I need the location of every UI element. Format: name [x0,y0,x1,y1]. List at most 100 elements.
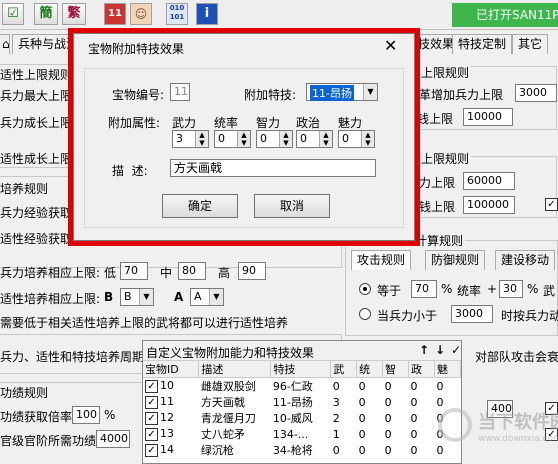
cancel-button[interactable]: 取消 [254,194,330,218]
table-row[interactable]: ✓ 11 方天画戟 11-昂扬 3 0 0 0 0 [143,394,461,410]
row-checkbox[interactable]: ✓ [145,379,158,393]
close-icon[interactable]: ✕ [384,36,397,55]
desc-input[interactable]: 方天画戟 [170,159,376,177]
officer-face-icon[interactable]: ☺ [130,3,152,25]
equal-radio[interactable] [359,283,371,295]
row-checkbox[interactable]: ✓ [145,427,158,441]
attr-command-spinner[interactable]: 0 ▲ ▼ [214,130,251,148]
table-row[interactable]: ✓ 14 绿沉枪 34-枪将 0 0 0 0 0 [143,442,461,458]
row-checkbox[interactable]: ✓ [145,411,158,425]
col-header-politics[interactable]: 政 [408,361,435,378]
traditional-chinese-button[interactable]: 繁 [62,3,86,25]
storage-troop-input[interactable]: 60000 [463,172,515,190]
chevron-down-icon: ▼ [209,289,223,305]
tab-other[interactable]: 其它 [512,34,549,54]
game-logo-icon[interactable]: 11 [104,3,126,25]
row-id-cell: ✓ 14 [143,442,199,458]
mid-label: 中 [160,266,173,280]
merit-rate-unit: % [104,408,116,422]
subtab-build-move[interactable]: 建设移动 [495,250,556,270]
low-input[interactable]: 70 [120,262,148,280]
skill-select-value: 11-昂扬 [310,85,354,101]
attr-charm-spinner[interactable]: 0 ▲ ▼ [338,130,375,148]
col-header-desc[interactable]: 描述 [198,361,272,378]
mid-input[interactable]: 80 [178,262,206,280]
watermark-site: 当下软件园 [478,412,558,433]
train-cycle-label: 兵力、适性和特技培养周期 [0,350,145,364]
aptitude-train-note: 需要低于相关适性培养上限的武将都可以进行适性培养 [0,316,289,330]
row-skill: 96-仁政 [272,380,313,393]
attr-force-value: 3 [176,132,183,145]
equal-pct-input[interactable]: 70 [411,280,437,298]
row-force: 3 [332,395,340,409]
treasure-id-spinner[interactable]: 11 [170,83,190,101]
simplified-chinese-button[interactable]: 簡 [34,3,58,25]
row-skill: 10-威风 [272,412,313,425]
row-skill: 34-枪将 [272,444,313,457]
move-down-icon[interactable]: ↓ [435,343,445,357]
spin-arrows-icon[interactable]: ▲ ▼ [237,131,250,147]
binary-data-icon[interactable]: 010 101 [166,3,188,25]
skill-select[interactable]: 11-昂扬 ▼ [306,83,378,101]
col-header-skill[interactable]: 特技 [270,361,332,378]
col-header-intel[interactable]: 智 [382,361,410,378]
table-row[interactable]: ✓ 12 青龙偃月刀 10-威风 2 0 0 0 0 [143,410,461,426]
spin-arrows-icon[interactable]: ▲ ▼ [279,131,292,147]
row-command: 0 [358,427,366,441]
row-intel: 0 [384,427,392,441]
plus-label: + [487,282,498,296]
status-badge: 已打开SAN11PK [452,3,558,27]
row-checkbox[interactable]: ✓ [145,395,158,409]
tab-skill-custom[interactable]: 特技定制 [452,34,513,54]
merit-rate-input[interactable]: 100 [72,406,100,424]
col-header-charm[interactable]: 魅 [434,361,462,378]
info-icon[interactable]: i [196,3,218,25]
attr-politics-value: 0 [300,132,307,145]
custom-list-table: 宝物ID 描述 特技 武 统 智 政 魅 ✓ 10 雌雄双股剑 96-仁政 0 0… [143,361,462,458]
attr-force-spinner[interactable]: 3 ▲ ▼ [172,130,209,148]
less-than-radio[interactable] [359,308,371,320]
high-input[interactable]: 90 [238,262,266,280]
spin-arrows-icon[interactable]: ▲ ▼ [319,131,332,147]
checklist-icon[interactable]: ☑ [2,3,24,25]
b-select[interactable]: B ▼ [120,288,154,306]
storage-gold-input[interactable]: 100000 [463,196,515,214]
less-than-suffix: 时按兵力动 [501,309,558,323]
merit-required-input[interactable]: 4000 [96,430,130,448]
table-header-row: 宝物ID 描述 特技 武 统 智 政 魅 [143,361,462,378]
table-row[interactable]: ✓ 10 雌雄双股剑 96-仁政 0 0 0 0 0 [143,378,461,395]
subtab-defense[interactable]: 防御规则 [425,250,486,270]
col-header-force[interactable]: 武 [330,361,358,378]
equal-pct-unit: % [441,282,453,296]
spin-arrows-icon[interactable]: ▲ ▼ [361,131,374,147]
row-id-cell: ✓ 13 [143,426,199,442]
check-icon[interactable]: ✓ [451,343,461,357]
row-desc: 雌雄双股剑 [200,380,256,393]
custom-list-title: 自定义宝物附加能力和特技效果 [146,346,315,360]
row-checkbox[interactable]: ✓ [145,443,158,457]
desc-label: 描 述: [112,164,148,178]
custom-treasure-list: 自定义宝物附加能力和特技效果 ↑ ↓ ✓ 宝物ID 描述 特技 武 统 智 政 … [142,340,462,464]
merit-title: 功绩规则 [0,386,49,400]
less-than-input[interactable]: 3000 [451,305,493,323]
col-header-id[interactable]: 宝物ID [143,361,200,378]
reform-troop-limit-input[interactable]: 3000 [515,84,557,102]
add-pct-input[interactable]: 30 [499,280,523,298]
move-up-icon[interactable]: ↑ [419,343,429,357]
troop-growth-label: 兵力成长上限 [0,116,73,130]
col-header-command[interactable]: 统 [356,361,384,378]
attr-politics-spinner[interactable]: 0 ▲ ▼ [296,130,333,148]
tab-prev-fragment[interactable]: ⌂ [0,34,10,54]
table-row[interactable]: ✓ 13 丈八蛇矛 134-... 1 0 0 0 0 [143,426,461,442]
ok-button[interactable]: 确定 [162,194,238,218]
storage-gold-checkbox[interactable]: ✓ [545,198,558,211]
attr-intel-spinner[interactable]: 0 ▲ ▼ [256,130,293,148]
dialog-title: 宝物附加特技效果 [88,42,185,56]
b-select-value: B [124,290,132,303]
subtab-attack[interactable]: 攻击规则 [351,250,412,270]
row-id: 13 [160,427,174,441]
a-select[interactable]: A ▼ [190,288,224,306]
spin-arrows-icon[interactable]: ▲ ▼ [195,131,208,147]
row-desc: 绿沉枪 [200,444,234,457]
gold-limit-input[interactable]: 10000 [463,108,513,126]
